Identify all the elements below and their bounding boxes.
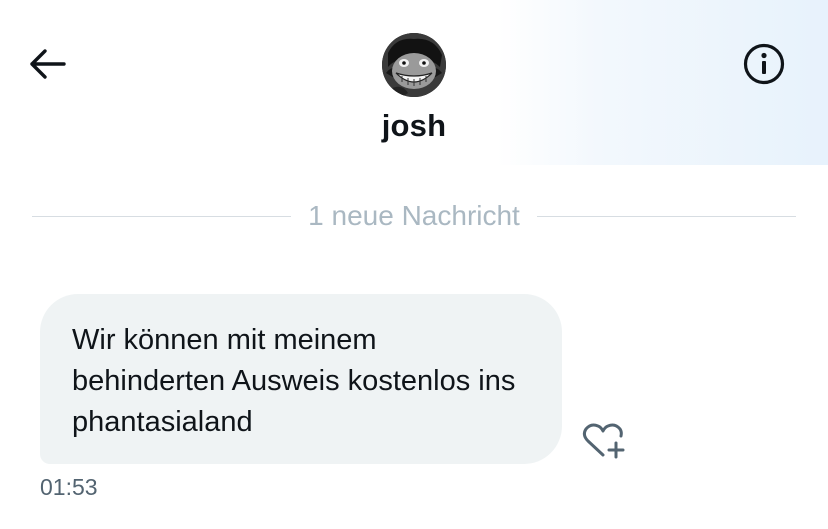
conversation-header: josh bbox=[0, 0, 828, 165]
avatar[interactable] bbox=[382, 33, 446, 97]
info-icon bbox=[742, 42, 786, 91]
arrow-left-icon bbox=[28, 48, 68, 85]
divider-line-left bbox=[32, 215, 292, 217]
new-message-divider: 1 neue Nachricht bbox=[32, 196, 796, 236]
message-text: Wir können mit meinem behinderten Auswei… bbox=[72, 324, 516, 438]
back-button[interactable] bbox=[26, 44, 70, 88]
message-bubble[interactable]: Wir können mit meinem behinderten Auswei… bbox=[40, 294, 562, 464]
heart-plus-icon bbox=[580, 421, 626, 466]
message-timestamp: 01:53 bbox=[40, 474, 98, 500]
divider-line-right bbox=[536, 215, 796, 217]
react-button[interactable] bbox=[578, 420, 628, 466]
username[interactable]: josh bbox=[0, 108, 828, 144]
info-button[interactable] bbox=[740, 42, 788, 91]
new-message-label: 1 neue Nachricht bbox=[308, 200, 520, 231]
